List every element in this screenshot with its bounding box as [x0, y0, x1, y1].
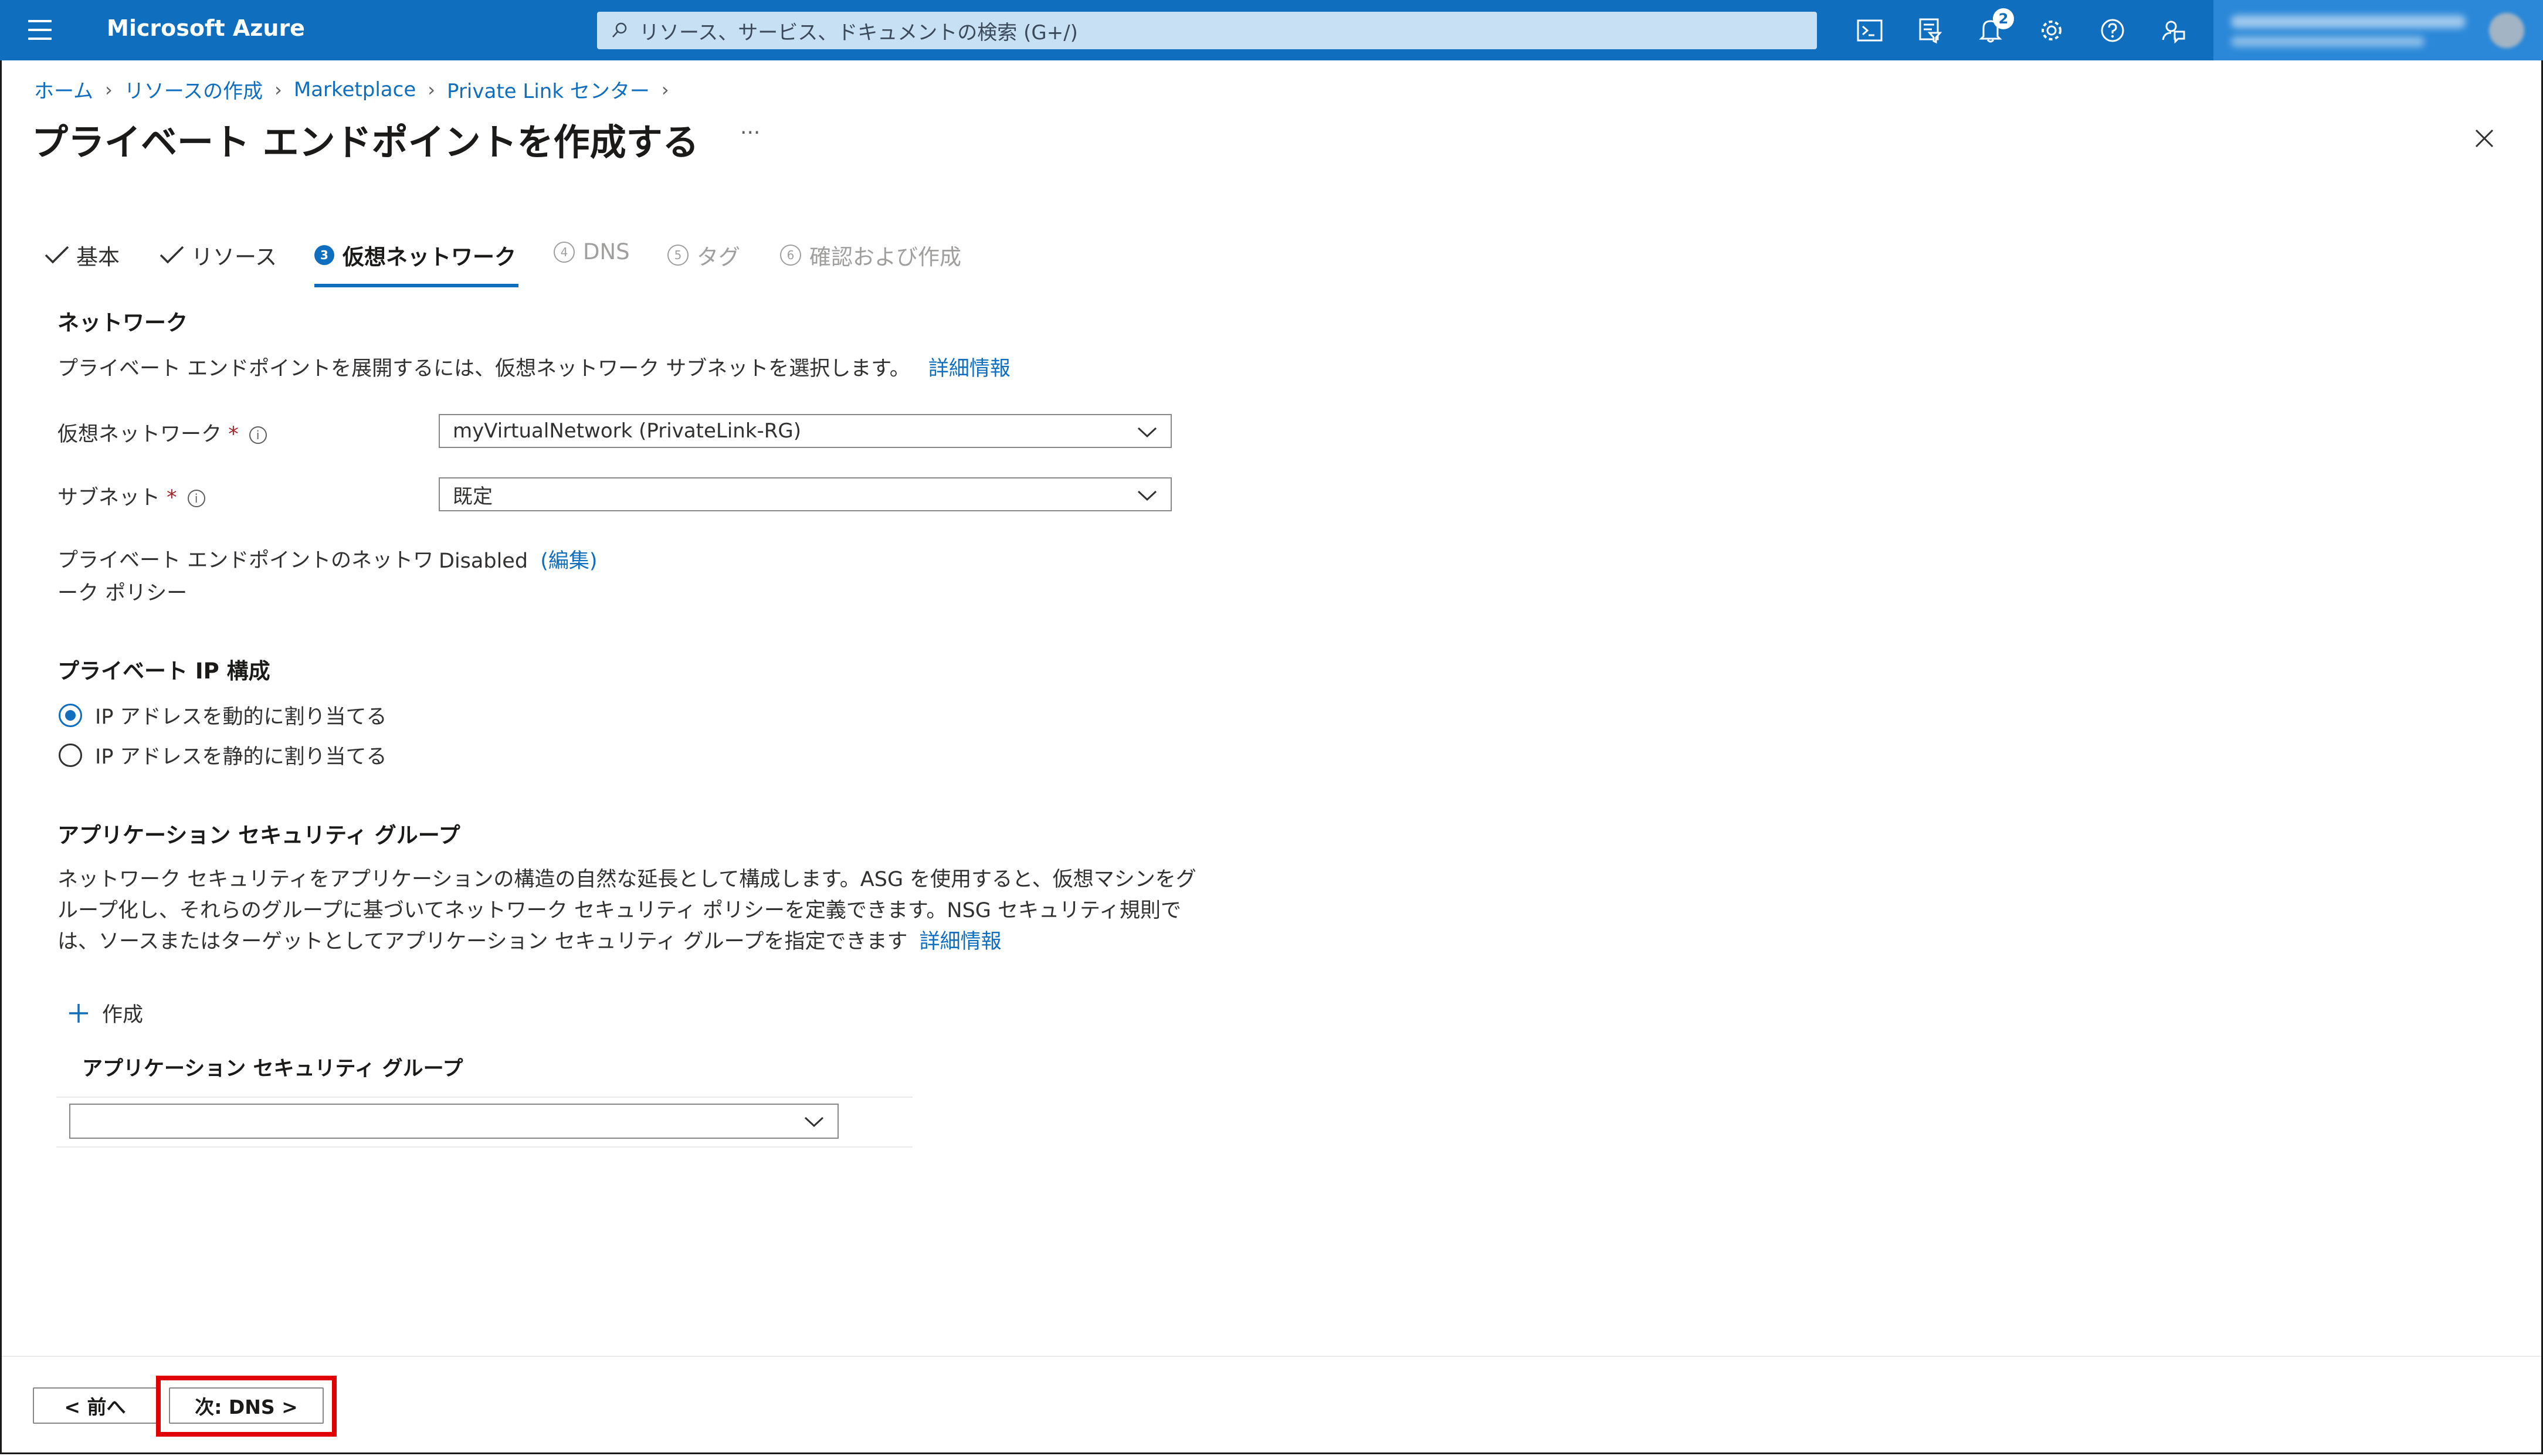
page-title: プライベート エンドポイントを作成する [32, 121, 699, 164]
tab-virtual-network[interactable]: 3 仮想ネットワーク [314, 239, 516, 271]
menu-icon[interactable] [28, 20, 52, 40]
breadcrumb-home[interactable]: ホーム [34, 75, 93, 104]
subnet-label-text: サブネット [57, 486, 161, 510]
tab-resource[interactable]: リソース [158, 239, 277, 271]
footer-divider [2, 1356, 2541, 1357]
radio-static-label: IP アドレスを静的に割り当てる [95, 745, 387, 769]
tab-dns[interactable]: 4 DNS [554, 239, 630, 264]
tab-label: 仮想ネットワーク [343, 245, 516, 270]
vnet-select-value: myVirtualNetwork (PrivateLink-RG) [453, 419, 802, 443]
step-number: 6 [780, 245, 801, 266]
top-bar: Microsoft Azure リソース、サービス、ドキュメントの検索 (G+/… [0, 0, 2543, 60]
tab-tags[interactable]: 5 タグ [667, 239, 740, 271]
radio-dynamic-label: IP アドレスを動的に割り当てる [95, 705, 387, 729]
checkmark-icon [45, 246, 69, 264]
search-input[interactable]: リソース、サービス、ドキュメントの検索 (G+/) [597, 12, 1817, 49]
close-icon[interactable] [2471, 125, 2497, 151]
brand-title[interactable]: Microsoft Azure [107, 15, 305, 41]
chevron-down-icon [1137, 427, 1157, 438]
tab-basics[interactable]: 基本 [43, 239, 120, 271]
search-icon [612, 22, 627, 38]
chevron-right-icon: › [274, 78, 282, 101]
chevron-right-icon: › [661, 78, 669, 101]
radio-static-ip[interactable]: IP アドレスを静的に割り当てる [59, 740, 387, 770]
network-description: プライベート エンドポイントを展開するには、仮想ネットワーク サブネットを選択し… [57, 352, 1011, 382]
more-options-icon[interactable]: ··· [740, 121, 760, 145]
create-asg-label: 作成 [102, 1003, 144, 1027]
help-icon[interactable] [2098, 16, 2127, 45]
create-asg-button[interactable]: 作成 [66, 998, 143, 1028]
breadcrumb-create-resource[interactable]: リソースの作成 [124, 75, 263, 104]
step-number: 5 [667, 245, 689, 266]
network-description-text: プライベート エンドポイントを展開するには、仮想ネットワーク サブネットを選択し… [57, 357, 910, 381]
radio-button-selected[interactable] [59, 703, 82, 727]
tab-label: DNS [583, 239, 630, 264]
network-policy-status: Disabled [439, 549, 528, 573]
vnet-label-text: 仮想ネットワーク [57, 423, 222, 446]
feedback-icon[interactable] [2159, 16, 2188, 45]
tab-label: 基本 [76, 245, 120, 270]
step-number: 4 [554, 241, 575, 263]
tab-label: リソース [191, 245, 277, 270]
info-icon[interactable]: i [187, 490, 205, 507]
subnet-label: サブネット * i [57, 481, 205, 511]
ip-config-heading: プライベート IP 構成 [57, 659, 270, 684]
breadcrumb-marketplace[interactable]: Marketplace [294, 78, 416, 101]
breadcrumb-private-link-center[interactable]: Private Link センター [447, 75, 650, 104]
gear-icon[interactable] [2037, 16, 2066, 45]
radio-dynamic-ip[interactable]: IP アドレスを動的に割り当てる [59, 700, 387, 730]
asg-description-line2: ループ化し、それらのグループに基づいてネットワーク セキュリティ ポリシーを定義… [57, 899, 1181, 922]
vnet-select[interactable]: myVirtualNetwork (PrivateLink-RG) [439, 414, 1172, 448]
asg-description-line3: は、ソースまたはターゲットとしてアプリケーション セキュリティ グループを指定で… [57, 930, 908, 953]
chevron-right-icon: › [428, 78, 436, 101]
account-menu[interactable] [2213, 0, 2543, 60]
table-divider [56, 1097, 913, 1098]
directory-filter-icon[interactable] [1915, 16, 1944, 45]
checkmark-icon [160, 246, 184, 264]
subnet-select-value: 既定 [453, 484, 493, 508]
radio-button[interactable] [59, 743, 82, 767]
avatar [2489, 13, 2524, 48]
account-name-redacted [2231, 15, 2466, 28]
tab-review-create[interactable]: 6 確認および作成 [780, 239, 961, 271]
asg-learn-more-link[interactable]: 詳細情報 [920, 930, 1002, 953]
required-asterisk: * [222, 423, 239, 446]
required-asterisk: * [160, 486, 177, 510]
network-policy-label: プライベート エンドポイントのネットワ ーク ポリシー [57, 544, 433, 610]
info-icon[interactable]: i [249, 426, 267, 444]
network-heading: ネットワーク [57, 310, 188, 335]
asg-heading: アプリケーション セキュリティ グループ [57, 823, 460, 848]
network-policy-value: Disabled (編集) [439, 544, 598, 574]
subnet-select[interactable]: 既定 [439, 477, 1172, 511]
learn-more-link[interactable]: 詳細情報 [928, 357, 1011, 381]
notification-badge: 2 [1993, 8, 2014, 29]
tab-label: タグ [697, 245, 740, 270]
search-placeholder: リソース、サービス、ドキュメントの検索 (G+/) [639, 21, 1078, 45]
step-number: 3 [314, 245, 334, 265]
chevron-down-icon [804, 1116, 824, 1128]
previous-button[interactable]: < 前へ [33, 1387, 157, 1424]
asg-column-header: アプリケーション セキュリティ グループ [82, 1057, 463, 1081]
breadcrumb: ホーム › リソースの作成 › Marketplace › Private Li… [34, 75, 681, 104]
chevron-right-icon: › [104, 78, 113, 101]
tab-label: 確認および作成 [809, 245, 961, 270]
chevron-down-icon [1137, 490, 1157, 501]
highlight-box [156, 1376, 337, 1437]
asg-select[interactable] [69, 1104, 839, 1139]
vnet-label: 仮想ネットワーク * i [57, 418, 267, 447]
asg-description-line1: ネットワーク セキュリティをアプリケーションの構造の自然な延長として構成します。… [57, 868, 1196, 891]
asg-description: ネットワーク セキュリティをアプリケーションの構造の自然な延長として構成します。… [57, 864, 1230, 958]
cloud-shell-icon[interactable] [1856, 16, 1884, 45]
table-divider [56, 1146, 913, 1148]
account-directory-redacted [2231, 36, 2425, 47]
plus-icon [69, 1003, 88, 1023]
network-policy-label-line1: プライベート エンドポイントのネットワ [57, 549, 434, 572]
network-policy-edit-link[interactable]: (編集) [540, 549, 597, 573]
active-tab-indicator [314, 284, 518, 287]
network-policy-label-line2: ーク ポリシー [57, 582, 188, 605]
